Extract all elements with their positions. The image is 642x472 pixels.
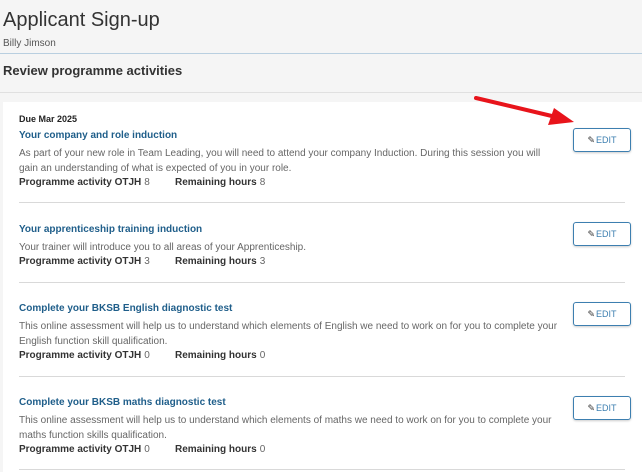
otjh-value: 3 <box>144 256 150 267</box>
activity-item: Your apprenticeship training induction Y… <box>19 224 609 267</box>
pencil-icon: ✎ <box>587 135 596 145</box>
edit-label: EDIT <box>596 229 617 239</box>
red-arrow-icon <box>474 96 574 125</box>
page-header: Applicant Sign-up Billy Jimson <box>0 0 642 54</box>
remaining-stat: Remaining hours 0 <box>175 350 265 361</box>
activity-description: This online assessment will help us to u… <box>19 321 558 347</box>
remaining-label: Remaining hours <box>175 177 257 188</box>
pencil-icon: ✎ <box>587 229 596 239</box>
otjh-label: Programme activity OTJH <box>19 177 142 188</box>
remaining-value: 8 <box>259 177 266 188</box>
activity-name: Your company and role induction <box>19 130 178 141</box>
row-divider <box>19 282 625 283</box>
otjh-stat: Programme activity OTJH 3 <box>19 256 175 267</box>
activity-description: Your trainer will introduce you to all a… <box>19 242 307 253</box>
row-divider <box>19 202 625 203</box>
remaining-value: 0 <box>259 444 266 455</box>
activity-stats: Programme activity OTJH 8 Remaining hours… <box>19 177 609 188</box>
pencil-icon: ✎ <box>587 403 596 413</box>
remaining-value: 0 <box>259 350 266 361</box>
otjh-label: Programme activity OTJH <box>19 444 142 455</box>
otjh-value: 8 <box>144 177 150 188</box>
remaining-stat: Remaining hours 8 <box>175 177 265 188</box>
otjh-label: Programme activity OTJH <box>19 350 142 361</box>
activity-item: Complete your BKSB English diagnostic te… <box>19 303 609 361</box>
section-title: Review programme activities <box>3 63 183 78</box>
remaining-stat: Remaining hours 0 <box>175 444 265 455</box>
remaining-label: Remaining hours <box>175 444 257 455</box>
edit-button[interactable]: ✎EDIT <box>573 128 631 152</box>
activity-stats: Programme activity OTJH 0 Remaining hours… <box>19 350 609 361</box>
otjh-value: 0 <box>144 350 150 361</box>
edit-label: EDIT <box>596 403 617 413</box>
activity-name: Your apprenticeship training induction <box>19 224 203 235</box>
remaining-label: Remaining hours <box>175 256 257 267</box>
otjh-value: 0 <box>144 444 150 455</box>
activity-stats: Programme activity OTJH 3 Remaining hours… <box>19 256 609 267</box>
activities-panel: Due Mar 2025 Your company and role induc… <box>3 102 642 472</box>
edit-button[interactable]: ✎EDIT <box>573 302 631 326</box>
otjh-stat: Programme activity OTJH 8 <box>19 177 175 188</box>
edit-button[interactable]: ✎EDIT <box>573 222 631 246</box>
activity-name: Complete your BKSB English diagnostic te… <box>19 303 233 314</box>
page-title: Applicant Sign-up <box>3 9 160 31</box>
applicant-name: Billy Jimson <box>3 38 56 49</box>
activity-stats: Programme activity OTJH 0 Remaining hours… <box>19 444 609 455</box>
pencil-icon: ✎ <box>587 309 596 319</box>
otjh-stat: Programme activity OTJH 0 <box>19 350 175 361</box>
edit-label: EDIT <box>596 309 617 319</box>
activity-name: Complete your BKSB maths diagnostic test <box>19 397 226 408</box>
edit-label: EDIT <box>596 135 617 145</box>
activity-description: As part of your new role in Team Leading… <box>19 148 541 174</box>
row-divider <box>19 469 625 470</box>
remaining-label: Remaining hours <box>175 350 257 361</box>
edit-button[interactable]: ✎EDIT <box>573 396 631 420</box>
remaining-stat: Remaining hours 3 <box>175 256 265 267</box>
otjh-label: Programme activity OTJH <box>19 256 142 267</box>
remaining-value: 3 <box>259 256 266 267</box>
otjh-stat: Programme activity OTJH 0 <box>19 444 175 455</box>
activity-description: This online assessment will help us to u… <box>19 415 552 441</box>
activity-item: Complete your BKSB maths diagnostic test… <box>19 397 609 455</box>
row-divider <box>19 376 625 377</box>
